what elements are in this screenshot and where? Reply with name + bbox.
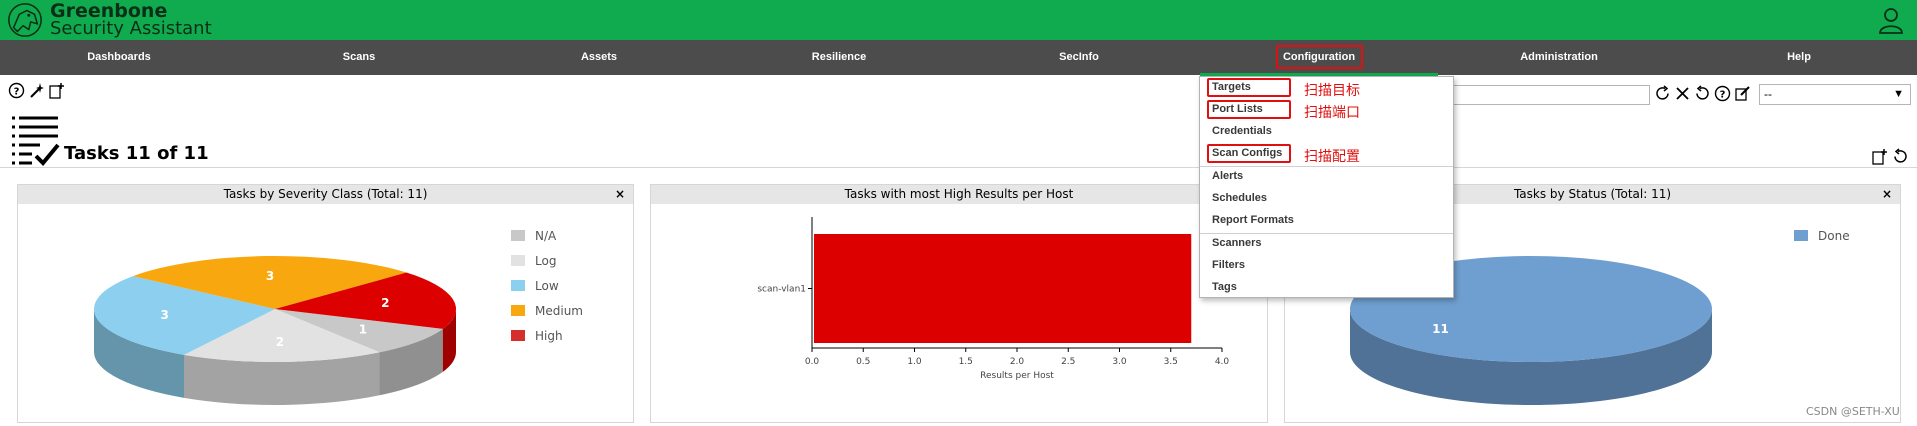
nav-dashboards[interactable]: Dashboards bbox=[87, 40, 151, 75]
high-results-panel-title: Tasks with most High Results per Host bbox=[844, 187, 1074, 201]
top-bar: Greenbone Security Assistant bbox=[0, 0, 1917, 40]
clear-filter-icon[interactable] bbox=[1674, 85, 1691, 102]
menu-divider bbox=[1200, 166, 1453, 167]
severity-pie-value-label: 2 bbox=[381, 296, 389, 310]
severity-legend: N/A Log Low Medium High bbox=[511, 223, 583, 348]
x-tick-label: 2.0 bbox=[1010, 357, 1025, 367]
watermark: CSDN @SETH-XU bbox=[1806, 405, 1900, 418]
menu-item-filters[interactable]: Filters bbox=[1212, 259, 1245, 271]
x-tick-label: 4.0 bbox=[1215, 357, 1230, 367]
help-filter-icon[interactable]: ? bbox=[1714, 85, 1731, 102]
svg-text:?: ? bbox=[1720, 90, 1726, 101]
nav-assets[interactable]: Assets bbox=[581, 40, 617, 75]
brand[interactable]: Greenbone Security Assistant bbox=[6, 0, 212, 40]
annotation-box-configuration bbox=[1276, 45, 1363, 69]
menu-item-report-formats[interactable]: Report Formats bbox=[1212, 214, 1294, 226]
nav-secinfo[interactable]: SecInfo bbox=[1059, 40, 1099, 75]
nav-administration[interactable]: Administration bbox=[1520, 40, 1598, 75]
severity-class-panel: Tasks by Severity Class (Total: 11) × 12… bbox=[17, 184, 634, 423]
dashboard-tools bbox=[1871, 148, 1909, 165]
bar-scan-vlan1 bbox=[814, 234, 1192, 343]
close-icon[interactable]: × bbox=[1882, 185, 1892, 204]
filter-select-value: -- bbox=[1764, 87, 1772, 101]
filter-tools: ? bbox=[1654, 85, 1751, 102]
greenbone-logo-icon bbox=[8, 3, 42, 37]
severity-pie-value-label: 2 bbox=[276, 335, 284, 349]
annotation-port-lists: 扫描端口 bbox=[1304, 105, 1360, 121]
x-tick-label: 0.5 bbox=[856, 357, 870, 367]
severity-pie-value-label: 3 bbox=[161, 308, 169, 322]
close-icon[interactable]: × bbox=[615, 185, 625, 204]
refresh-filter-icon[interactable] bbox=[1654, 85, 1671, 102]
reset-filter-icon[interactable] bbox=[1694, 85, 1711, 102]
severity-legend-item: N/A bbox=[511, 223, 583, 248]
annotation-box-scan-configs bbox=[1207, 144, 1291, 163]
x-tick-label: 0.0 bbox=[805, 357, 820, 367]
menu-item-schedules[interactable]: Schedules bbox=[1212, 192, 1267, 204]
legend-label: High bbox=[535, 328, 563, 343]
status-legend: Done bbox=[1794, 223, 1850, 248]
legend-label: Low bbox=[535, 278, 559, 293]
legend-label: Medium bbox=[535, 303, 583, 318]
menu-item-alerts[interactable]: Alerts bbox=[1212, 170, 1243, 182]
svg-text:?: ? bbox=[14, 87, 20, 98]
task-list-icon bbox=[12, 116, 60, 166]
x-tick-label: 2.5 bbox=[1061, 357, 1075, 367]
severity-pie-value-label: 1 bbox=[359, 322, 367, 336]
severity-legend-item: Log bbox=[511, 248, 583, 273]
legend-swatch bbox=[511, 255, 525, 266]
x-axis-label: Results per Host bbox=[980, 371, 1054, 381]
status-legend-item: Done bbox=[1794, 223, 1850, 248]
severity-legend-item: High bbox=[511, 323, 583, 348]
nav-scans[interactable]: Scans bbox=[343, 40, 375, 75]
legend-swatch bbox=[1794, 230, 1808, 241]
main-navigation: Dashboards Scans Assets Resilience SecIn… bbox=[0, 40, 1917, 75]
legend-swatch bbox=[511, 230, 525, 241]
new-task-icon[interactable] bbox=[48, 82, 65, 99]
high-results-bar-chart: scan-vlan1 0.0 0.5 1.0 1.5 2.0 2.5 3.0 3.5 4.0 Res… bbox=[757, 217, 1230, 381]
x-tick-label: 1.5 bbox=[959, 357, 973, 367]
annotation-box-port-lists bbox=[1207, 100, 1291, 119]
title-divider bbox=[0, 167, 1917, 168]
x-tick-label: 3.5 bbox=[1164, 357, 1178, 367]
reset-dashboard-icon[interactable] bbox=[1892, 148, 1909, 165]
filter-select[interactable]: -- ▼ bbox=[1759, 84, 1911, 105]
legend-label: Done bbox=[1818, 228, 1850, 243]
severity-legend-item: Low bbox=[511, 273, 583, 298]
add-dashboard-display-icon[interactable] bbox=[1871, 148, 1888, 165]
menu-divider bbox=[1200, 233, 1453, 234]
legend-swatch bbox=[511, 280, 525, 291]
chevron-down-icon: ▼ bbox=[1893, 88, 1904, 100]
severity-legend-item: Medium bbox=[511, 298, 583, 323]
status-panel-title: Tasks by Status (Total: 11) bbox=[1513, 187, 1672, 201]
annotation-box-targets bbox=[1207, 78, 1291, 97]
user-icon[interactable] bbox=[1877, 6, 1905, 34]
severity-pie-value-label: 3 bbox=[266, 269, 274, 283]
edit-filter-icon[interactable] bbox=[1734, 85, 1751, 102]
x-tick-label: 1.0 bbox=[907, 357, 922, 367]
brand-subtitle: Security Assistant bbox=[50, 18, 212, 39]
annotation-scan-configs: 扫描配置 bbox=[1304, 149, 1360, 165]
wizard-icon[interactable] bbox=[28, 82, 45, 99]
legend-label: Log bbox=[535, 253, 557, 268]
x-tick-label: 3.0 bbox=[1112, 357, 1127, 367]
filter-input[interactable] bbox=[1442, 85, 1650, 105]
legend-label: N/A bbox=[535, 228, 557, 243]
high-results-panel: Tasks with most High Results per Host × … bbox=[650, 184, 1268, 423]
toolbar: ? bbox=[8, 82, 65, 99]
status-pie-value-label: 11 bbox=[1432, 322, 1449, 336]
nav-help[interactable]: Help bbox=[1787, 40, 1811, 75]
help-icon[interactable]: ? bbox=[8, 82, 25, 99]
menu-item-credentials[interactable]: Credentials bbox=[1212, 125, 1272, 137]
annotation-targets: 扫描目标 bbox=[1304, 83, 1360, 99]
menu-item-scanners[interactable]: Scanners bbox=[1212, 237, 1262, 249]
nav-resilience[interactable]: Resilience bbox=[812, 40, 866, 75]
legend-swatch bbox=[511, 330, 525, 341]
legend-swatch bbox=[511, 305, 525, 316]
severity-panel-title: Tasks by Severity Class (Total: 11) bbox=[223, 187, 428, 201]
page-title: Tasks 11 of 11 bbox=[64, 143, 209, 164]
y-tick-label: scan-vlan1 bbox=[757, 285, 806, 295]
menu-item-tags[interactable]: Tags bbox=[1212, 281, 1237, 293]
